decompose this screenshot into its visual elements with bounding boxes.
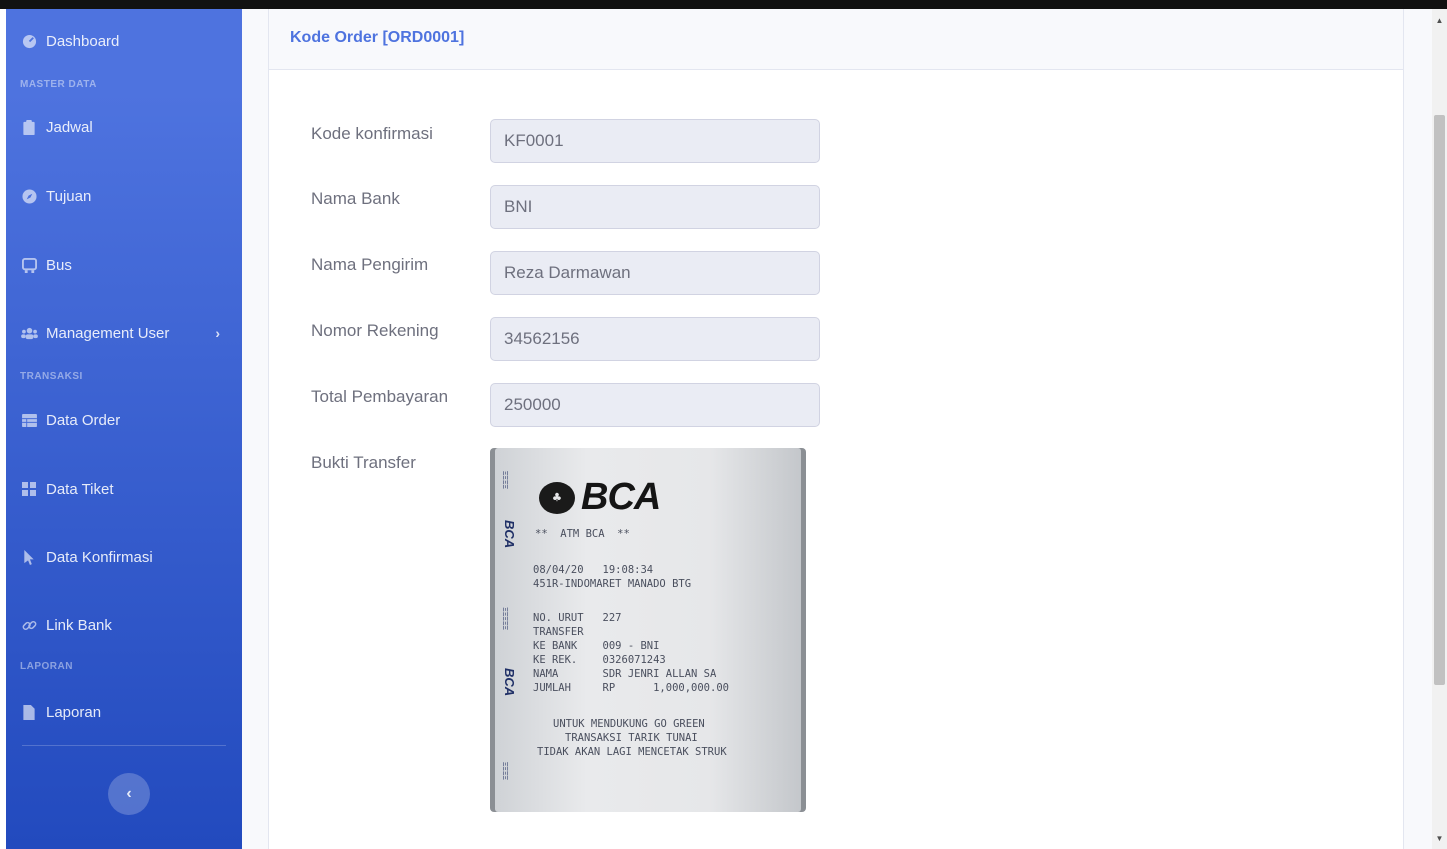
receipt-line: KE REK. 0326071243 <box>533 654 666 666</box>
sidebar-item-data-konfirmasi[interactable]: Data Konfirmasi <box>6 539 242 575</box>
sidebar-item-link-bank[interactable]: Link Bank <box>6 607 242 643</box>
receipt-line: TRANSFER <box>533 626 584 638</box>
receipt-line: JUMLAH RP 1,000,000.00 <box>533 682 729 694</box>
bca-logo-text: BCA <box>581 476 661 518</box>
transfer-receipt-image[interactable]: ΞΞΞΞ BCA ΞΞΞΞΞ BCA ΞΞΞΞ ♣ BCA ** ATM BCA… <box>490 448 806 812</box>
sidebar-item-label: Bus <box>46 256 72 274</box>
sidebar-item-laporan[interactable]: Laporan <box>6 694 242 730</box>
receipt-side-print: ΞΞΞΞ <box>503 470 510 490</box>
sidebar-item-label: Tujuan <box>46 187 92 205</box>
sidebar-item-label: Link Bank <box>46 616 112 634</box>
vertical-scrollbar[interactable]: ▲ ▼ <box>1432 9 1447 849</box>
scroll-up-arrow-icon[interactable]: ▲ <box>1432 13 1447 28</box>
sidebar-item-data-tiket[interactable]: Data Tiket <box>6 471 242 507</box>
table-icon <box>20 411 38 429</box>
sidebar-item-tujuan[interactable]: Tujuan <box>6 178 242 214</box>
receipt-line: NAMA SDR JENRI ALLAN SA <box>533 668 717 680</box>
sidebar-item-management-user[interactable]: Management User › <box>6 315 242 351</box>
sidebar-item-label: Laporan <box>46 703 102 721</box>
users-icon <box>20 324 38 342</box>
tachometer-icon <box>20 32 38 50</box>
bca-logo: ♣ BCA <box>539 476 661 519</box>
clipboard-icon <box>20 118 38 136</box>
sidebar-item-label: Jadwal <box>46 118 93 136</box>
link-icon <box>20 616 38 634</box>
receipt-paper: ΞΞΞΞ BCA ΞΞΞΞΞ BCA ΞΞΞΞ ♣ BCA ** ATM BCA… <box>495 448 801 812</box>
chevron-left-icon: ‹ <box>126 785 132 802</box>
receipt-line: 08/04/20 19:08:34 <box>533 564 654 576</box>
receipt-line: UNTUK MENDUKUNG GO GREEN <box>553 718 705 730</box>
sidebar-item-label: Management User <box>46 324 170 342</box>
nomor-rekening-field[interactable] <box>490 317 820 361</box>
nomor-rekening-label: Nomor Rekening <box>311 321 439 340</box>
nama-bank-label: Nama Bank <box>311 189 400 208</box>
sidebar-item-label: Data Order <box>46 411 121 429</box>
sidebar: Dashboard MASTER DATA Jadwal Tujuan Bus … <box>6 9 242 849</box>
nama-pengirim-field[interactable] <box>490 251 820 295</box>
bca-logo-icon: ♣ <box>539 481 575 514</box>
receipt-line: ** ATM BCA ** <box>535 528 630 540</box>
order-card: Kode Order [ORD0001] Kode konfirmasi Nam… <box>268 9 1404 849</box>
sidebar-item-data-order[interactable]: Data Order <box>6 402 242 438</box>
cursor-icon <box>20 548 38 566</box>
nama-bank-field[interactable] <box>490 185 820 229</box>
total-pembayaran-field[interactable] <box>490 383 820 427</box>
sidebar-divider <box>22 745 226 746</box>
receipt-side-logo: BCA <box>502 520 517 549</box>
receipt-side-print: ΞΞΞΞΞ <box>503 607 510 631</box>
nama-pengirim-label: Nama Pengirim <box>311 255 429 274</box>
receipt-side-logo: BCA <box>502 668 517 697</box>
receipt-line: TRANSAKSI TARIK TUNAI <box>565 732 698 744</box>
sidebar-item-label: Data Konfirmasi <box>46 548 153 566</box>
receipt-line: KE BANK 009 - BNI <box>533 640 660 652</box>
total-pembayaran-label: Total Pembayaran <box>311 387 449 406</box>
compass-icon <box>20 187 38 205</box>
sidebar-item-jadwal[interactable]: Jadwal <box>6 109 242 145</box>
sidebar-toggle-button[interactable]: ‹ <box>108 773 150 815</box>
sidebar-heading-laporan: LAPORAN <box>20 661 73 672</box>
window-top-border <box>0 0 1447 9</box>
bukti-transfer-label: Bukti Transfer <box>311 453 416 472</box>
card-header: Kode Order [ORD0001] <box>269 9 1403 70</box>
sidebar-item-dashboard[interactable]: Dashboard <box>6 23 242 59</box>
receipt-line: 451R-INDOMARET MANADO BTG <box>533 578 692 590</box>
sidebar-item-label: Data Tiket <box>46 480 114 498</box>
bus-icon <box>20 256 38 274</box>
sidebar-item-label: Dashboard <box>46 32 120 50</box>
file-icon <box>20 703 38 721</box>
receipt-line: NO. URUT 227 <box>533 612 622 624</box>
page-title: Kode Order [ORD0001] <box>290 29 465 46</box>
sidebar-heading-master-data: MASTER DATA <box>20 79 97 90</box>
kode-konfirmasi-field[interactable] <box>490 119 820 163</box>
scroll-down-arrow-icon[interactable]: ▼ <box>1432 831 1447 846</box>
scrollbar-thumb[interactable] <box>1434 115 1445 685</box>
receipt-side-print: ΞΞΞΞ <box>503 761 510 781</box>
receipt-line: TIDAK AKAN LAGI MENCETAK STRUK <box>537 746 727 758</box>
sidebar-item-bus[interactable]: Bus <box>6 247 242 283</box>
sidebar-heading-transaksi: TRANSAKSI <box>20 371 83 382</box>
chevron-right-icon: › <box>215 325 220 341</box>
grid-icon <box>20 480 38 498</box>
kode-konfirmasi-label: Kode konfirmasi <box>311 124 433 143</box>
